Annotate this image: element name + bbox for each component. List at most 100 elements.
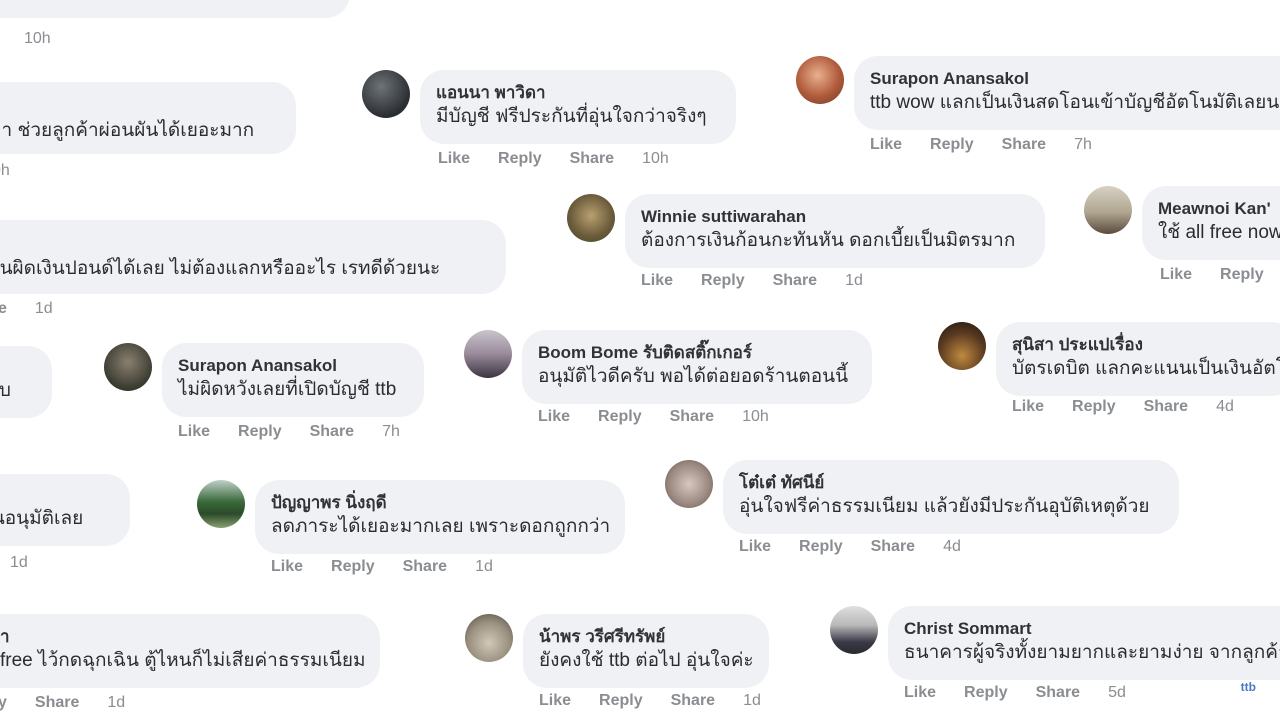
commenter-name[interactable]: แอนนา พาวิดา <box>436 82 716 104</box>
comment-bubble: สุนิสา ประแปเรื่อง บัตรเดบิต แลกคะแนนเป็… <box>996 322 1280 396</box>
comment-text: ลดภาระได้เยอะมากเลย เพราะดอกถูกกว่า <box>271 516 611 537</box>
share-button[interactable]: Share <box>310 423 354 441</box>
share-button[interactable]: Share <box>670 408 714 426</box>
comment-bubble <box>0 0 350 18</box>
comment-collage: 10h นมา ช่วยลูกค้าผ่อนผันได้เยอะมาก 0h แ… <box>0 0 1280 718</box>
comment-bubble: Surapon Anansakol ไม่ผิดหวังเลยที่เปิดบั… <box>162 343 424 417</box>
comment-actions: Like Reply Share 1d <box>641 272 891 290</box>
like-button[interactable]: Like <box>904 684 936 702</box>
comment-actions: Like Reply Share 10h <box>538 408 797 426</box>
comment-time: 4d <box>1216 398 1234 415</box>
user-avatar[interactable] <box>830 606 878 654</box>
share-button[interactable]: Share <box>773 272 817 290</box>
comment-text: อุ่นใจฟรีค่าธรรมเนียม แล้วยังมีประกันอุบ… <box>739 496 1150 517</box>
comment-text: ใช้ all free now <box>1158 222 1280 243</box>
comment-time: 10h <box>742 408 769 425</box>
share-button[interactable]: Share <box>1144 398 1188 416</box>
like-button[interactable]: Like <box>438 150 470 168</box>
like-button[interactable]: Like <box>178 423 210 441</box>
share-button[interactable]: Share <box>671 692 715 710</box>
comment-text: นมา ช่วยลูกค้าผ่อนผันได้เยอะมาก <box>0 120 255 141</box>
reply-button[interactable]: Reply <box>799 538 843 556</box>
commenter-name[interactable]: ปัญญาพร นิ่งฤดี <box>271 492 605 514</box>
reply-button[interactable]: Reply <box>598 408 642 426</box>
like-button[interactable]: Like <box>539 692 571 710</box>
comment-text: บัตรเดบิต แลกคะแนนเป็นเงินอัตโนมัติ <box>1012 358 1280 379</box>
commenter-name[interactable]: น้าพร วรีศรีทรัพย์ <box>539 626 749 648</box>
comment-time: 10h <box>642 150 669 167</box>
comment-text: มีบัญชี ฟรีประกันที่อุ่นใจกว่าจริงๆ <box>436 106 707 127</box>
user-avatar[interactable] <box>197 480 245 528</box>
reply-button[interactable]: Reply <box>964 684 1008 702</box>
commenter-name[interactable]: สุนิสา ประแปเรื่อง <box>1012 334 1276 356</box>
comment-actions: e 1d <box>0 300 81 318</box>
share-button[interactable]: Share <box>871 538 915 556</box>
user-avatar[interactable] <box>1084 186 1132 234</box>
comment-time: 1d <box>10 554 28 571</box>
comment-actions: Like Reply Share 10h <box>438 150 697 168</box>
share-button[interactable]: Share <box>1002 136 1046 154</box>
comment-text: ไม่ผิดหวังเลยที่เปิดบัญชี ttb <box>178 379 397 400</box>
commenter-name[interactable]: Boom Bome รับติดสติ๊กเกอร์ <box>538 342 852 364</box>
share-button[interactable]: Share <box>35 694 79 712</box>
reply-button[interactable]: Reply <box>238 423 282 441</box>
comment-bubble: Christ Sommart ธนาคารผู้จริงทั้งยามยากแล… <box>888 606 1280 680</box>
commenter-name[interactable]: โต๋เต๋ ทัศนีย์ <box>739 472 1159 494</box>
like-button[interactable]: Like <box>1160 266 1192 284</box>
like-button[interactable]: Like <box>538 408 570 426</box>
comment-text: เงินอนุมัติเลย <box>0 508 84 529</box>
reply-button[interactable]: Reply <box>331 558 375 576</box>
user-avatar[interactable] <box>938 322 986 370</box>
comment-bubble: นมา ช่วยลูกค้าผ่อนผันได้เยอะมาก <box>0 82 296 154</box>
share-button[interactable]: Share <box>403 558 447 576</box>
comment-bubble: Surapon Anansakol ttb wow แลกเป็นเงินสดโ… <box>854 56 1280 130</box>
comment-actions: Like Reply Share 7h <box>178 423 428 441</box>
comment-actions: 10h <box>24 30 79 48</box>
like-button[interactable]: Like <box>271 558 303 576</box>
comment-text: free ไว้กดฉุกเฉิน ตู้ไหนก็ไม่เสียค่าธรรม… <box>0 650 366 671</box>
comment-actions: 0h <box>0 162 38 180</box>
share-button[interactable]: Share <box>570 150 614 168</box>
user-avatar[interactable] <box>567 194 615 242</box>
user-avatar[interactable] <box>464 330 512 378</box>
comment-time: 7h <box>1074 136 1092 153</box>
user-avatar[interactable] <box>465 614 513 662</box>
comment-actions: Like Reply <box>1160 266 1280 284</box>
commenter-name[interactable]: Surapon Anansakol <box>178 355 404 377</box>
commenter-name[interactable]: Meawnoi Kan' <box>1158 198 1280 220</box>
reply-button[interactable]: Reply <box>599 692 643 710</box>
commenter-name[interactable]: า <box>0 626 360 648</box>
brand-logo: ttb <box>1240 680 1256 694</box>
share-button[interactable]: e <box>0 300 7 318</box>
reply-button[interactable]: Reply <box>701 272 745 290</box>
like-button[interactable]: Like <box>870 136 902 154</box>
comment-bubble: ก็ปันผิดเงินปอนด์ได้เลย ไม่ต้องแลกหรืออะ… <box>0 220 506 294</box>
reply-button[interactable]: Reply <box>1072 398 1116 416</box>
like-button[interactable]: y <box>0 694 7 712</box>
comment-text: ก็ปันผิดเงินปอนด์ได้เลย ไม่ต้องแลกหรืออะ… <box>0 258 441 279</box>
user-avatar[interactable] <box>665 460 713 508</box>
like-button[interactable]: Like <box>641 272 673 290</box>
user-avatar[interactable] <box>362 70 410 118</box>
user-avatar[interactable] <box>104 343 152 391</box>
comment-text: ttb wow แลกเป็นเงินสดโอนเข้าบัญชีอัตโนมั… <box>870 92 1280 113</box>
commenter-name[interactable]: Surapon Anansakol <box>870 68 1280 90</box>
like-button[interactable]: Like <box>1012 398 1044 416</box>
reply-button[interactable]: Reply <box>1220 266 1264 284</box>
comment-text: ครับ <box>0 380 11 401</box>
comment-text: ธนาคารผู้จริงทั้งยามยากและยามง่าย จากลูก… <box>904 642 1280 663</box>
comment-time: 4d <box>943 538 961 555</box>
like-button[interactable]: Like <box>739 538 771 556</box>
comment-bubble: ปัญญาพร นิ่งฤดี ลดภาระได้เยอะมากเลย เพรา… <box>255 480 625 554</box>
commenter-name[interactable]: Christ Sommart <box>904 618 1280 640</box>
comment-actions: Like Reply Share 4d <box>739 538 989 556</box>
comment-bubble: แอนนา พาวิดา มีบัญชี ฟรีประกันที่อุ่นใจก… <box>420 70 736 144</box>
commenter-name[interactable]: Winnie suttiwarahan <box>641 206 1025 228</box>
user-avatar[interactable] <box>796 56 844 104</box>
share-button[interactable]: Share <box>1036 684 1080 702</box>
comment-time: 1d <box>34 300 53 317</box>
comment-bubble: Boom Bome รับติดสติ๊กเกอร์ อนุมัติไวดีคร… <box>522 330 872 404</box>
comment-bubble: Winnie suttiwarahan ต้องการเงินก้อนกะทัน… <box>625 194 1045 268</box>
reply-button[interactable]: Reply <box>930 136 974 154</box>
reply-button[interactable]: Reply <box>498 150 542 168</box>
